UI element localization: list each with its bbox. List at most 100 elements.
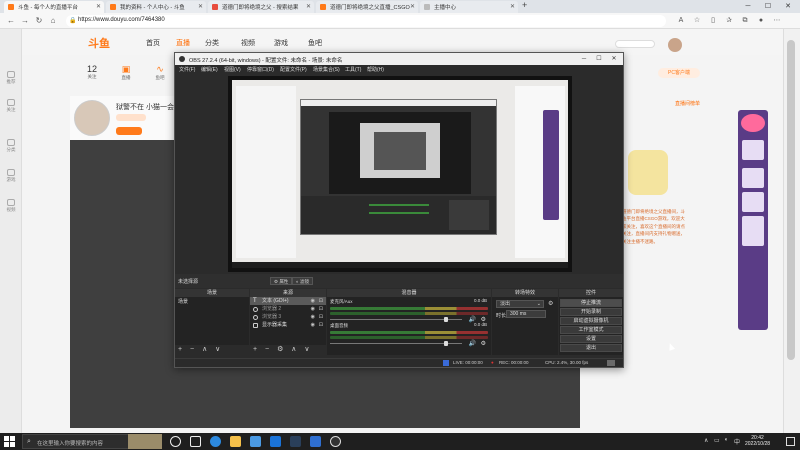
nav-games[interactable]: 游戏 (274, 38, 288, 48)
home-icon[interactable]: ⌂ (48, 16, 58, 26)
file-explorer-icon[interactable] (230, 436, 241, 447)
sidebar-item-category[interactable]: 分类 (0, 139, 22, 153)
app-icon[interactable] (310, 436, 321, 447)
volume-icon[interactable]: ◖ (724, 437, 728, 443)
obs-minimize-button[interactable]: ─ (577, 53, 591, 65)
task-view-icon[interactable] (190, 436, 201, 447)
more-menu-icon[interactable]: ⋯ (772, 16, 782, 26)
lock-icon[interactable]: ⊡ (319, 321, 323, 329)
windows-start-icon[interactable] (4, 436, 15, 447)
stat-yuba[interactable]: ∿ 鱼吧 (146, 64, 174, 81)
edge-icon[interactable] (210, 436, 221, 447)
close-tab-icon[interactable]: ✕ (96, 3, 101, 10)
obs-close-button[interactable]: ✕ (607, 53, 621, 65)
profile-icon[interactable]: ● (756, 16, 766, 26)
duration-input[interactable]: 300 ms (506, 310, 546, 318)
browser-tab[interactable]: 我的资料 - 个人中心 - 斗鱼 ✕ (106, 1, 206, 13)
favorites-icon[interactable]: ✰ (724, 16, 734, 26)
close-tab-icon[interactable]: ✕ (510, 3, 515, 10)
menu-tools[interactable]: 工具(T) (345, 66, 361, 73)
browser-maximize-button[interactable]: ☐ (760, 0, 776, 13)
gear-icon[interactable]: ⚙ (548, 300, 553, 307)
visibility-eye-icon[interactable]: ◉ (311, 313, 315, 321)
transition-select[interactable]: 淡出 ⌄ (496, 300, 544, 308)
cortana-icon[interactable] (170, 436, 181, 447)
menu-help[interactable]: 帮助(H) (367, 66, 384, 73)
browser-tab[interactable]: 道德门即将绝境之父直播_CSGO ✕ (316, 1, 418, 13)
sidebar-item-games[interactable]: 游戏 (0, 169, 22, 183)
visibility-eye-icon[interactable]: ◉ (311, 321, 315, 329)
browser-close-button[interactable]: ✕ (780, 0, 796, 13)
notification-icon[interactable] (786, 437, 795, 446)
menu-profile[interactable]: 配置文件(P) (280, 66, 307, 73)
scene-item[interactable]: 场景 (175, 297, 249, 306)
visibility-eye-icon[interactable]: ◉ (311, 305, 315, 313)
refresh-icon[interactable]: ↻ (34, 16, 44, 26)
sidebar-item-follow[interactable]: 关注 (0, 99, 22, 113)
nav-yuba[interactable]: 鱼吧 (308, 38, 322, 48)
store-icon[interactable] (250, 436, 261, 447)
split-screen-icon[interactable]: ▯ (708, 16, 718, 26)
stat-follow[interactable]: 12 关注 (78, 64, 106, 80)
start-recording-button[interactable]: 开始录制 (560, 308, 622, 316)
lock-icon[interactable]: ⊡ (319, 313, 323, 321)
obs-maximize-button[interactable]: ☐ (592, 53, 606, 65)
mail-icon[interactable] (270, 436, 281, 447)
menu-file[interactable]: 文件(F) (179, 66, 195, 73)
browser-minimize-button[interactable]: ─ (740, 0, 756, 13)
url-input[interactable]: 🔒 https://www.douyu.com/7464380 (66, 15, 666, 27)
sidebar-item-video[interactable]: 视频 (0, 199, 22, 213)
lock-icon[interactable]: ⊡ (319, 305, 323, 313)
settings-button[interactable]: 设置 (560, 335, 622, 343)
nav-home[interactable]: 首页 (146, 38, 160, 48)
chevron-up-icon[interactable]: ∧ (704, 437, 708, 444)
close-tab-icon[interactable]: ✕ (410, 3, 415, 10)
rank-link[interactable]: 直播间榜单 (675, 100, 700, 107)
stop-streaming-button[interactable]: 停止推流 (560, 299, 622, 307)
steam-icon[interactable] (290, 436, 301, 447)
browser-tab[interactable]: 斗鱼 - 每个人的直播平台 ✕ (4, 1, 104, 13)
nav-video[interactable]: 视频 (241, 38, 255, 48)
menu-view[interactable]: 视图(V) (224, 66, 241, 73)
scenes-footer[interactable]: + − ∧ ∨ (175, 345, 249, 355)
forward-icon[interactable]: → (20, 16, 30, 26)
nav-category[interactable]: 分类 (205, 38, 219, 48)
exit-button[interactable]: 退出 (560, 344, 622, 352)
zoom-icon[interactable]: A (676, 16, 686, 26)
favorite-star-icon[interactable]: ☆ (692, 16, 702, 26)
stat-live[interactable]: ▣ 直播 (112, 64, 140, 81)
back-icon[interactable]: ← (6, 16, 16, 26)
volume-slider[interactable]: 🔊 ⚙ (330, 340, 488, 347)
speaker-icon[interactable]: 🔊 (469, 340, 476, 347)
source-row[interactable]: 浏览器 2 ◉ ⊡ (250, 305, 326, 313)
network-icon[interactable]: ▭ (714, 437, 720, 444)
browser-tab[interactable]: 主播中心 ✕ (420, 1, 518, 13)
pc-client-button[interactable]: PC客户端 (658, 68, 700, 78)
header-search-input[interactable] (615, 40, 655, 48)
douyu-logo[interactable]: 斗鱼 (88, 35, 110, 51)
obs-taskbar-icon[interactable] (330, 436, 341, 447)
properties-button[interactable]: ⚙ 属性 (270, 277, 293, 285)
close-tab-icon[interactable]: ✕ (198, 3, 203, 10)
anchor-avatar[interactable] (74, 100, 110, 136)
source-row[interactable]: 显示器采集 ◉ ⊡ (250, 321, 326, 329)
studio-mode-button[interactable]: 工作室模式 (560, 326, 622, 334)
source-row[interactable]: 浏览器 3 ◉ ⊡ (250, 313, 326, 321)
page-scroll-thumb[interactable] (787, 40, 795, 360)
taskbar-clock[interactable]: 20:42 2022/10/28 (745, 435, 770, 447)
gear-icon[interactable]: ⚙ (481, 340, 486, 347)
visibility-eye-icon[interactable]: ◉ (311, 297, 315, 305)
menu-edit[interactable]: 编辑(E) (201, 66, 218, 73)
follow-button[interactable] (116, 127, 142, 135)
sources-footer[interactable]: + − ⚙ ∧ ∨ (250, 345, 326, 355)
sidebar-item-recommend[interactable]: 推荐 (0, 71, 22, 85)
menu-scene-collection[interactable]: 场景集合(S) (313, 66, 340, 73)
promo-side-banner[interactable] (738, 110, 768, 330)
lock-icon[interactable]: ⊡ (319, 297, 323, 305)
new-tab-icon[interactable]: + (522, 0, 527, 10)
user-avatar[interactable] (668, 38, 682, 52)
collections-icon[interactable]: ⧉ (740, 16, 750, 26)
ime-icon[interactable]: 中 (734, 437, 740, 446)
nav-live[interactable]: 直播 (176, 38, 190, 48)
virtual-camera-button[interactable]: 启动虚拟摄像机 (560, 317, 622, 325)
